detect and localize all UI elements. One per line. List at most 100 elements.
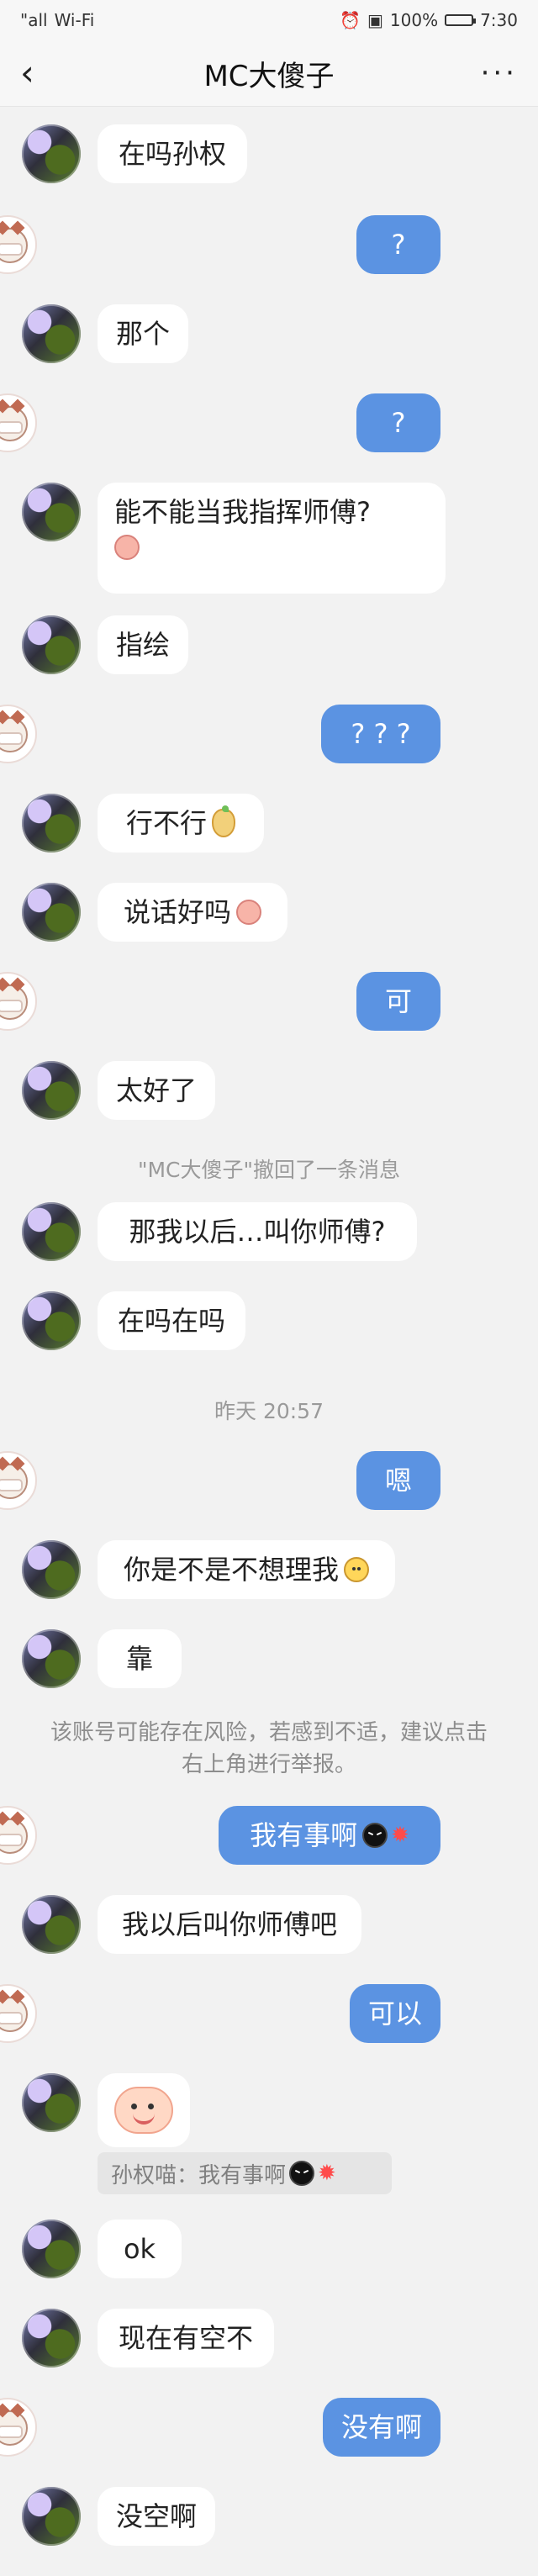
message-row: 在吗孙权: [0, 124, 538, 195]
message-row: 没空啊: [0, 2487, 538, 2558]
mask-icon: [0, 243, 23, 256]
my-avatar[interactable]: [0, 1984, 37, 2043]
message-row: 太好了: [0, 1061, 538, 1132]
message-row: 可: [0, 972, 538, 1043]
contact-avatar[interactable]: [22, 2073, 81, 2132]
clock-time: 7:30: [480, 10, 518, 30]
alarm-icon: ⏰: [340, 10, 361, 30]
message-bubble[interactable]: 我有事啊 ✹: [219, 1806, 440, 1865]
my-avatar[interactable]: [0, 215, 37, 274]
vibration-icon: ▣: [367, 10, 383, 30]
message-row: 说话好吗: [0, 883, 538, 953]
message-bubble[interactable]: ?: [356, 393, 440, 452]
status-bar: "all Wi‑Fi ⏰ ▣ 100% 7:30: [0, 0, 538, 40]
pear-emoji-icon: [212, 805, 235, 837]
message-bubble[interactable]: 没空啊: [98, 2487, 215, 2546]
blushing-emoji-icon: [114, 535, 140, 560]
message-bubble[interactable]: 那我以后…叫你师傅?: [98, 1202, 417, 1261]
contact-avatar[interactable]: [22, 794, 81, 853]
contact-avatar[interactable]: [22, 2220, 81, 2278]
timestamp: 昨天 20:57: [214, 1399, 324, 1423]
angry-face-icon: [362, 1823, 388, 1848]
my-avatar[interactable]: [0, 1451, 37, 1510]
contact-avatar[interactable]: [22, 304, 81, 363]
my-avatar[interactable]: [0, 393, 37, 452]
angry-face-icon: [289, 2161, 315, 2186]
battery-icon: [445, 14, 477, 26]
mask-icon: [0, 1000, 23, 1012]
message-bubble[interactable]: 说话好吗: [98, 883, 287, 942]
message-row: 嗯: [0, 1451, 538, 1522]
my-avatar[interactable]: [0, 1806, 37, 1865]
contact-avatar[interactable]: [22, 2309, 81, 2367]
contact-avatar[interactable]: [22, 1540, 81, 1599]
message-row: ? ? ?: [0, 705, 538, 775]
chat-title: MC大傻子: [203, 59, 335, 93]
message-bubble[interactable]: 太好了: [98, 1061, 215, 1120]
message-row: 没有啊: [0, 2398, 538, 2468]
message-row: 行不行: [0, 794, 538, 864]
message-text: 能不能当我指挥师傅?: [114, 496, 371, 528]
mask-icon: [0, 2426, 23, 2438]
message-bubble[interactable]: 没有啊: [323, 2398, 440, 2457]
message-bubble[interactable]: 嗯: [356, 1451, 440, 1510]
contact-avatar[interactable]: [22, 883, 81, 942]
message-row: 那我以后…叫你师傅?: [0, 1202, 538, 1273]
status-right: ⏰ ▣ 100% 7:30: [340, 10, 518, 30]
contact-avatar[interactable]: [22, 1202, 81, 1261]
message-text: 你是不是不想理我: [123, 1554, 339, 1586]
message-bubble[interactable]: 靠: [98, 1629, 182, 1688]
message-bubble[interactable]: 你是不是不想理我: [98, 1540, 395, 1599]
message-row: 指绘: [0, 615, 538, 686]
contact-avatar[interactable]: [22, 615, 81, 674]
message-bubble[interactable]: 那个: [98, 304, 188, 363]
message-row: 可以: [0, 1984, 538, 2055]
signal-icon: "all: [20, 10, 48, 30]
message-bubble[interactable]: 可: [356, 972, 440, 1031]
anger-symbol-icon: ✹: [318, 2161, 336, 2186]
message-bubble[interactable]: 在吗孙权: [98, 124, 247, 183]
message-list[interactable]: 在吗孙权 ? 那个 ? 能不能当我指挥师傅? 指绘 ? ? ? 行不行 说话好吗…: [0, 106, 538, 2576]
contact-avatar[interactable]: [22, 1061, 81, 1120]
quoted-reply[interactable]: 孙权喵：我有事啊 ✹: [98, 2152, 392, 2194]
crying-sticker-icon: [114, 2087, 173, 2134]
message-bubble[interactable]: ? ? ?: [321, 705, 440, 763]
quoted-reply-text: 孙权喵：我有事啊: [111, 2162, 287, 2188]
system-message: "MC大傻子"撤回了一条消息: [137, 1158, 401, 1182]
sticker-message[interactable]: [98, 2073, 190, 2147]
message-row: 能不能当我指挥师傅?: [0, 483, 538, 595]
mask-icon: [0, 1834, 23, 1846]
message-bubble[interactable]: 能不能当我指挥师傅?: [98, 483, 446, 594]
upside-down-face-icon: [344, 1557, 369, 1582]
battery-percent: 100%: [389, 10, 439, 30]
message-row: 那个: [0, 304, 538, 375]
contact-avatar[interactable]: [22, 2487, 81, 2546]
my-avatar[interactable]: [0, 705, 37, 763]
contact-avatar[interactable]: [22, 124, 81, 183]
message-bubble[interactable]: ok: [98, 2220, 182, 2278]
contact-avatar[interactable]: [22, 1629, 81, 1688]
message-bubble[interactable]: 指绘: [98, 615, 188, 674]
my-avatar[interactable]: [0, 972, 37, 1031]
my-avatar[interactable]: [0, 2398, 37, 2457]
contact-avatar[interactable]: [22, 483, 81, 541]
message-bubble[interactable]: 现在有空不: [98, 2309, 274, 2367]
mask-icon: [0, 421, 23, 434]
message-bubble[interactable]: 在吗在吗: [98, 1291, 245, 1350]
anger-symbol-icon: ✹: [391, 1823, 409, 1848]
message-bubble[interactable]: 可以: [350, 1984, 440, 2043]
mask-icon: [0, 2012, 23, 2024]
message-text: 行不行: [125, 807, 207, 839]
mask-icon: [0, 732, 23, 745]
contact-avatar[interactable]: [22, 1291, 81, 1350]
message-bubble[interactable]: 我以后叫你师傅吧: [98, 1895, 361, 1954]
more-icon[interactable]: ···: [481, 59, 518, 87]
contact-avatar[interactable]: [22, 1895, 81, 1954]
message-bubble[interactable]: ?: [356, 215, 440, 274]
message-bubble[interactable]: 行不行: [98, 794, 264, 853]
message-row: ?: [0, 215, 538, 286]
chat-header: ‹ MC大傻子 ···: [0, 40, 538, 107]
back-arrow-icon[interactable]: ‹: [20, 55, 34, 91]
message-row: 我有事啊 ✹: [0, 1806, 538, 1877]
message-row: 在吗在吗: [0, 1291, 538, 1362]
